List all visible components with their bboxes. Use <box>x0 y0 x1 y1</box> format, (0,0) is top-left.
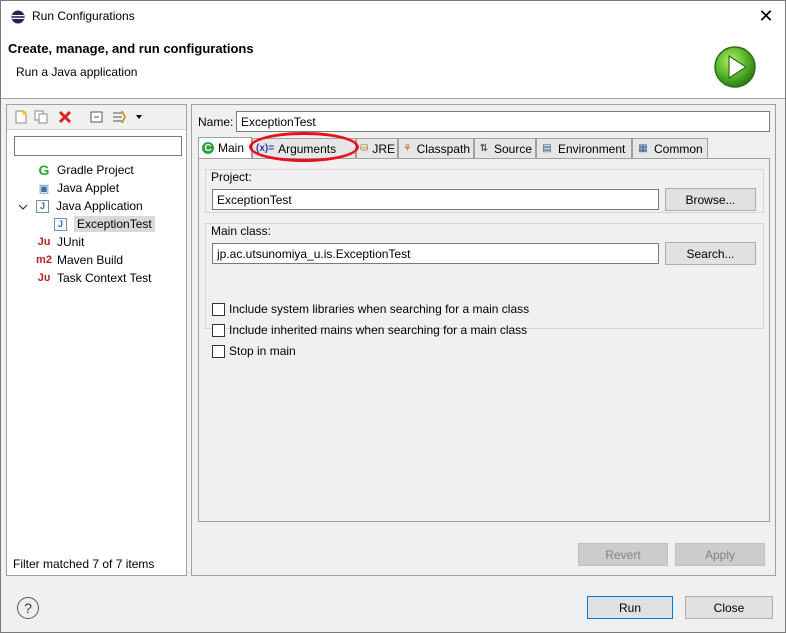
configuration-list-panel: G Gradle Project ▣ Java Applet J Java Ap… <box>6 104 187 576</box>
stop-in-main-checkbox[interactable]: Stop in main <box>212 344 296 358</box>
tab-label: Common <box>654 141 703 156</box>
tree-item-label: Java Applet <box>57 181 120 195</box>
duplicate-icon[interactable] <box>33 109 49 125</box>
tree-item-label: Maven Build <box>57 253 124 267</box>
header-title: Create, manage, and run configurations <box>8 41 254 56</box>
tree-item-label: JUnit <box>57 235 85 249</box>
tab-label: Main <box>218 141 245 155</box>
tab-common[interactable]: ▦ Common <box>632 138 708 158</box>
tree-item-label: Task Context Test <box>57 271 152 285</box>
tree-item-maven-build[interactable]: m2 Maven Build <box>36 251 123 269</box>
arguments-icon: (x)= <box>256 143 275 154</box>
close-button[interactable]: Close <box>685 596 773 619</box>
checkbox-label: Include system libraries when searching … <box>229 302 530 316</box>
collapse-all-icon[interactable] <box>89 109 105 125</box>
run-button[interactable]: Run <box>587 596 673 619</box>
maven-icon: m2 <box>36 254 52 266</box>
checkbox[interactable] <box>212 323 225 337</box>
gradle-icon: G <box>38 162 50 178</box>
help-icon[interactable]: ? <box>17 597 39 619</box>
project-group: Project: Browse... <box>205 169 764 213</box>
tab-label: Environment <box>558 141 626 156</box>
project-input[interactable] <box>212 189 659 210</box>
configuration-editor-panel: Name: C Main (x)= Arguments ⛁ JRE ⚘ Clas… <box>191 104 776 576</box>
browse-button[interactable]: Browse... <box>665 188 756 211</box>
tree-item-gradle-project[interactable]: G Gradle Project <box>36 161 134 179</box>
main-class-label: Main class: <box>211 224 272 238</box>
tree-item-label: ExceptionTest <box>74 216 155 232</box>
title-bar: Run Configurations ✕ <box>1 1 785 32</box>
search-button[interactable]: Search... <box>665 242 756 265</box>
chevron-down-icon[interactable] <box>18 202 28 212</box>
checkbox-label: Include inherited mains when searching f… <box>229 323 528 337</box>
source-icon: ⇅ <box>479 143 489 154</box>
include-system-libraries-checkbox[interactable]: Include system libraries when searching … <box>212 302 529 316</box>
tab-main[interactable]: C Main <box>198 137 252 158</box>
name-input[interactable] <box>236 111 770 132</box>
jre-icon: ⛁ <box>360 143 369 154</box>
window-title: Run Configurations <box>32 9 135 23</box>
tab-arguments[interactable]: (x)= Arguments <box>252 138 356 158</box>
run-configurations-window: Run Configurations ✕ Create, manage, and… <box>0 0 786 633</box>
tree-item-java-applet[interactable]: ▣ Java Applet <box>36 179 119 197</box>
name-label: Name: <box>198 115 234 129</box>
include-inherited-mains-checkbox[interactable]: Include inherited mains when searching f… <box>212 323 527 337</box>
tab-classpath[interactable]: ⚘ Classpath <box>398 138 474 158</box>
filter-icon[interactable] <box>111 109 127 125</box>
tab-label: Arguments <box>278 141 337 156</box>
environment-icon: ▤ <box>542 143 552 154</box>
filter-input[interactable] <box>14 136 182 156</box>
run-play-icon <box>714 46 756 88</box>
new-configuration-icon[interactable] <box>13 109 29 125</box>
left-toolbar <box>7 105 186 130</box>
close-window-button[interactable]: ✕ <box>755 5 777 27</box>
classpath-icon: ⚘ <box>402 143 412 154</box>
tree-item-junit[interactable]: Ju JUnit <box>36 233 85 251</box>
delete-icon[interactable] <box>57 109 73 125</box>
main-tab-content: Project: Browse... Main class: Search...… <box>198 158 770 522</box>
task-context-test-icon: Jυ <box>37 272 51 284</box>
checkbox-label: Stop in main <box>229 344 296 358</box>
junit-icon: Ju <box>37 236 51 248</box>
dialog-header: Create, manage, and run configurations R… <box>1 32 785 99</box>
java-file-icon: J <box>54 217 67 231</box>
header-subtitle: Run a Java application <box>16 65 138 79</box>
checkbox[interactable] <box>212 344 225 358</box>
filter-status: Filter matched 7 of 7 items <box>13 557 155 571</box>
tree-item-label: Java Application <box>56 199 143 213</box>
apply-button[interactable]: Apply <box>675 543 765 566</box>
eclipse-icon <box>11 10 25 24</box>
project-label: Project: <box>211 170 252 184</box>
tree-item-label: Gradle Project <box>57 163 134 177</box>
java-applet-icon: ▣ <box>38 182 50 195</box>
tab-label: Classpath <box>416 141 470 156</box>
tab-jre[interactable]: ⛁ JRE <box>356 138 398 158</box>
tab-environment[interactable]: ▤ Environment <box>536 138 632 158</box>
tab-label: Source <box>493 141 532 156</box>
java-application-icon: J <box>36 199 49 213</box>
chevron-down-icon[interactable] <box>131 109 147 125</box>
revert-button[interactable]: Revert <box>578 543 668 566</box>
tree-item-java-application[interactable]: J Java Application <box>36 197 143 215</box>
tab-source[interactable]: ⇅ Source <box>474 138 536 158</box>
checkbox[interactable] <box>212 302 225 316</box>
main-class-input[interactable] <box>212 243 659 264</box>
tab-label: JRE <box>372 141 396 156</box>
main-tab-icon: C <box>202 142 214 154</box>
tree-item-task-context-test[interactable]: Jυ Task Context Test <box>36 269 152 287</box>
tree-item-exceptiontest[interactable]: J ExceptionTest <box>54 215 155 233</box>
common-icon: ▦ <box>638 143 648 154</box>
